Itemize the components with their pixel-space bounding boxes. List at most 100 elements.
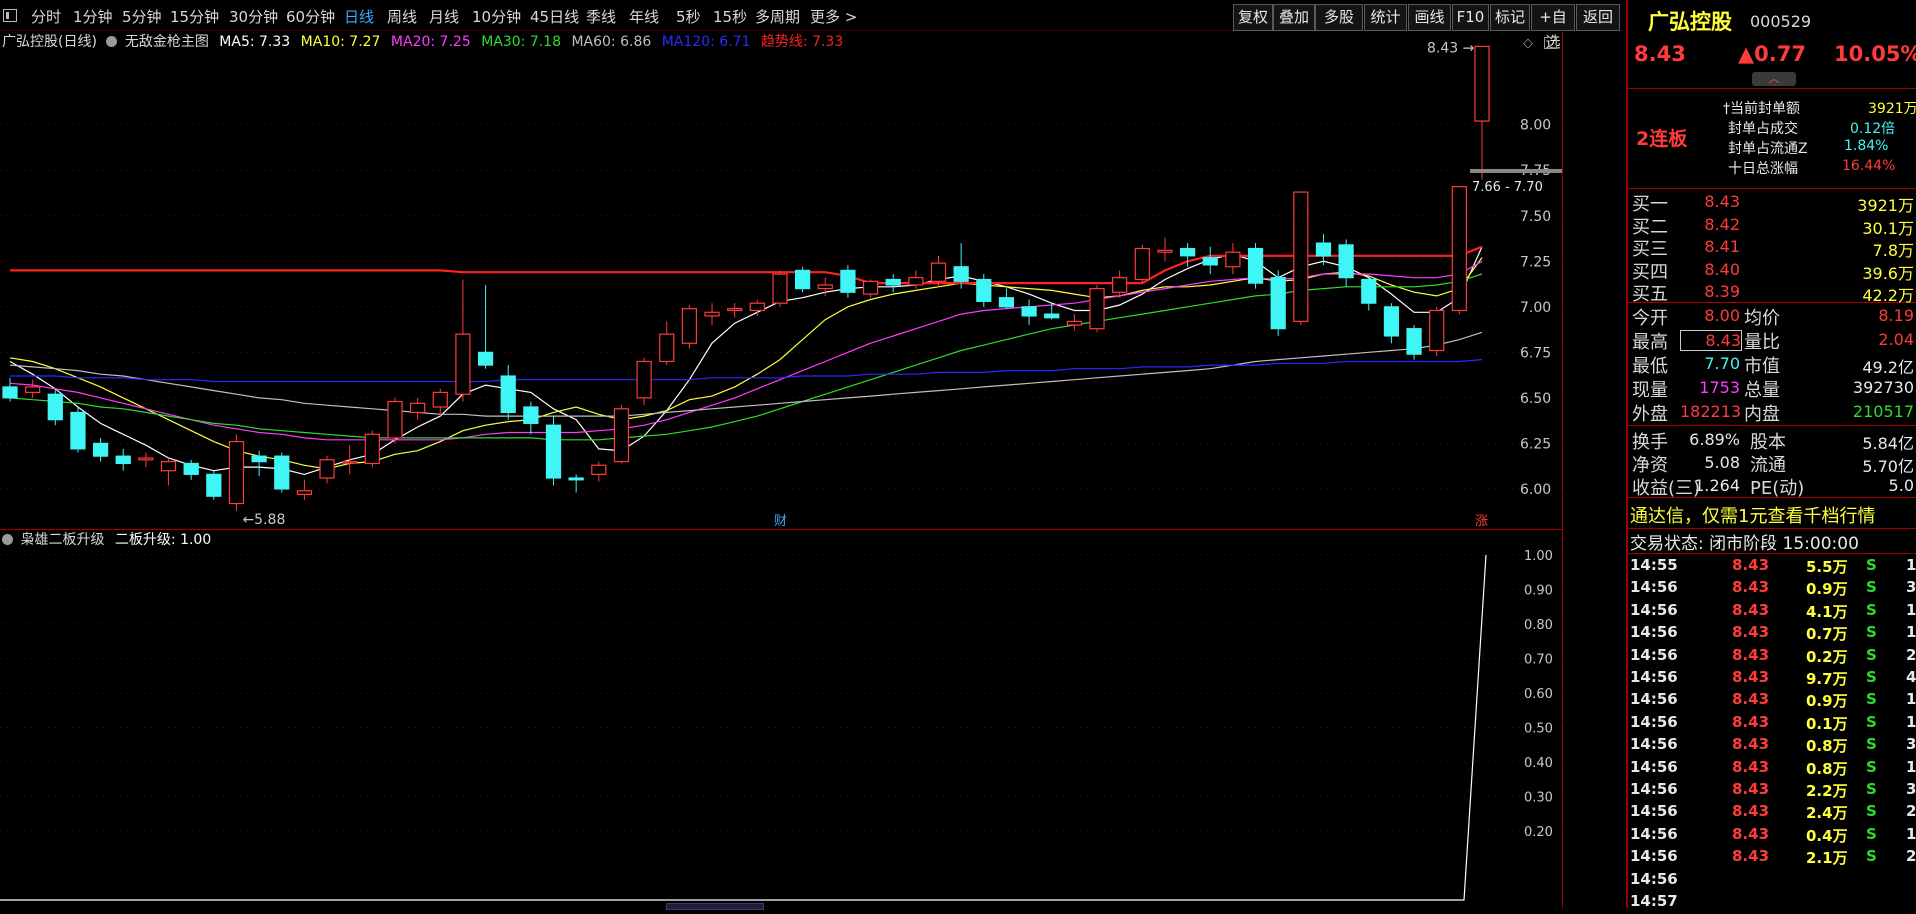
period-5[interactable]: 60分钟	[286, 0, 335, 30]
tick-row: 14:56	[1626, 870, 1916, 892]
candle-body	[228, 440, 245, 505]
tick-v: 2.4万	[1806, 804, 1848, 823]
tick-p: 8.43	[1732, 712, 1770, 731]
menu-icon[interactable]	[3, 9, 17, 22]
period-10[interactable]: 45日线	[530, 0, 579, 30]
tick-p: 8.43	[1732, 824, 1770, 843]
y-tick-label: 7.00	[1520, 300, 1551, 316]
indicator-y-tick: 0.50	[1524, 721, 1553, 736]
indicator-title[interactable]: 枭雄二板升级	[20, 532, 104, 548]
bid-volume-2[interactable]: 7.8万	[1834, 237, 1914, 261]
period-1[interactable]: 1分钟	[73, 0, 113, 30]
collapse-chevron-icon[interactable]: ︿	[1752, 72, 1796, 86]
stat-value-4: 182213	[1680, 402, 1742, 421]
indicator-toggle-icon[interactable]	[106, 36, 118, 47]
tick-t: 14:56	[1630, 735, 1678, 754]
bid-volume-3[interactable]: 39.6万	[1834, 260, 1914, 284]
period-14[interactable]: 15秒	[713, 0, 747, 30]
tick-row: 14:56 8.43 0.8万 S 3	[1626, 735, 1916, 757]
candle-body	[1383, 306, 1400, 337]
stat-label-0: 今开	[1632, 308, 1668, 329]
toolbar-button-2[interactable]: 多股	[1315, 4, 1363, 31]
legend-ma10: MA10: 7.27	[300, 34, 381, 50]
stat-right-label-3: 总量	[1744, 380, 1780, 401]
tick-p: 8.43	[1732, 757, 1770, 776]
period-12[interactable]: 年线	[629, 0, 659, 30]
limit-up-badge: 2连板	[1636, 128, 1688, 150]
candle-body	[1270, 277, 1286, 330]
tick-p: 8.43	[1732, 645, 1770, 664]
tick-v: 0.4万	[1806, 826, 1848, 845]
stat-right-label-0: 均价	[1744, 308, 1780, 329]
period-2[interactable]: 5分钟	[122, 0, 162, 30]
toolbar-button-8[interactable]: 返回	[1576, 4, 1620, 31]
toolbar-button-0[interactable]: 复权	[1233, 4, 1273, 31]
bottom-scrollbar[interactable]	[666, 903, 764, 910]
seal-label-0: †当前封单额	[1723, 101, 1800, 117]
candle-body	[523, 406, 539, 424]
legend-ma5: MA5: 7.33	[219, 34, 291, 50]
event-mark-limit-up[interactable]: 涨	[1475, 514, 1488, 529]
period-8[interactable]: 月线	[429, 0, 459, 30]
chart-window-icon[interactable]	[1544, 37, 1557, 49]
tick-n: 3	[1906, 578, 1916, 597]
tick-t: 14:56	[1630, 869, 1678, 888]
tick-t: 14:56	[1630, 824, 1678, 843]
period-11[interactable]: 季线	[586, 0, 616, 30]
tick-v: 0.8万	[1806, 759, 1848, 778]
tick-v: 0.9万	[1806, 580, 1848, 599]
tick-t: 14:56	[1630, 578, 1678, 597]
period-15[interactable]: 多周期	[755, 0, 800, 30]
tick-n: 1	[1906, 712, 1916, 731]
toolbar-button-7[interactable]: +自选	[1531, 4, 1575, 51]
stat-value-2: 7.70	[1704, 354, 1740, 373]
period-16[interactable]: 更多 >	[810, 0, 857, 30]
candle-body	[251, 455, 267, 463]
tick-s: S	[1866, 802, 1877, 821]
bid-volume-4[interactable]: 42.2万	[1834, 282, 1914, 306]
y-tick-label: 8.00	[1520, 118, 1551, 134]
tick-v: 0.8万	[1806, 737, 1848, 756]
period-3[interactable]: 15分钟	[170, 0, 219, 30]
candle-body	[47, 393, 63, 421]
bid-volume-1[interactable]: 30.1万	[1834, 215, 1914, 239]
toolbar-button-3[interactable]: 统计	[1364, 4, 1407, 31]
candle-body	[1044, 313, 1060, 319]
toolbar-button-1[interactable]: 叠加	[1273, 4, 1315, 31]
candle-body	[1134, 247, 1150, 281]
toolbar-button-6[interactable]: 标记	[1490, 4, 1530, 31]
tick-t: 14:56	[1630, 600, 1678, 619]
period-7[interactable]: 周线	[387, 0, 417, 30]
period-13[interactable]: 5秒	[676, 0, 701, 30]
candle-body	[1066, 320, 1082, 326]
promo-link[interactable]: 通达信，仅需1元查看千档行情	[1630, 502, 1875, 528]
period-9[interactable]: 10分钟	[472, 0, 521, 30]
tick-n: 1	[1906, 824, 1916, 843]
candle-body	[364, 433, 380, 465]
toolbar-button-4[interactable]: 画线	[1408, 4, 1451, 31]
indicator-toggle-icon-2[interactable]	[2, 534, 13, 545]
indicator-y-tick: 0.20	[1524, 825, 1553, 840]
indicator-y-tick: 0.90	[1524, 583, 1553, 598]
expand-chart-icon[interactable]: ◇	[1523, 36, 1533, 51]
candle-body	[296, 490, 313, 495]
tick-s: S	[1866, 623, 1877, 642]
tick-p: 8.43	[1732, 578, 1770, 597]
indicator-y-tick: 0.80	[1524, 618, 1553, 633]
legend-ma60: MA60: 6.86	[571, 34, 652, 50]
tick-s: S	[1866, 690, 1877, 709]
legend-indicator[interactable]: 无敌金枪主图	[125, 34, 209, 50]
bid-volume-0[interactable]: 3921万	[1834, 192, 1914, 216]
tick-row: 14:56 8.43 2.1万 S 2	[1626, 847, 1916, 869]
bid-label-4: 买五	[1632, 284, 1668, 305]
tick-n: 2	[1906, 802, 1916, 821]
tick-p: 8.43	[1732, 556, 1770, 574]
toolbar-button-5[interactable]: F10	[1452, 4, 1489, 31]
period-6[interactable]: 日线	[344, 0, 374, 30]
stat-right-label-4: 内盘	[1744, 404, 1780, 425]
event-mark-finance[interactable]: 财	[774, 514, 787, 529]
period-0[interactable]: 分时	[31, 0, 61, 30]
seal-value-3: 16.44%	[1842, 158, 1896, 174]
tick-s: S	[1866, 712, 1877, 731]
period-4[interactable]: 30分钟	[229, 0, 278, 30]
